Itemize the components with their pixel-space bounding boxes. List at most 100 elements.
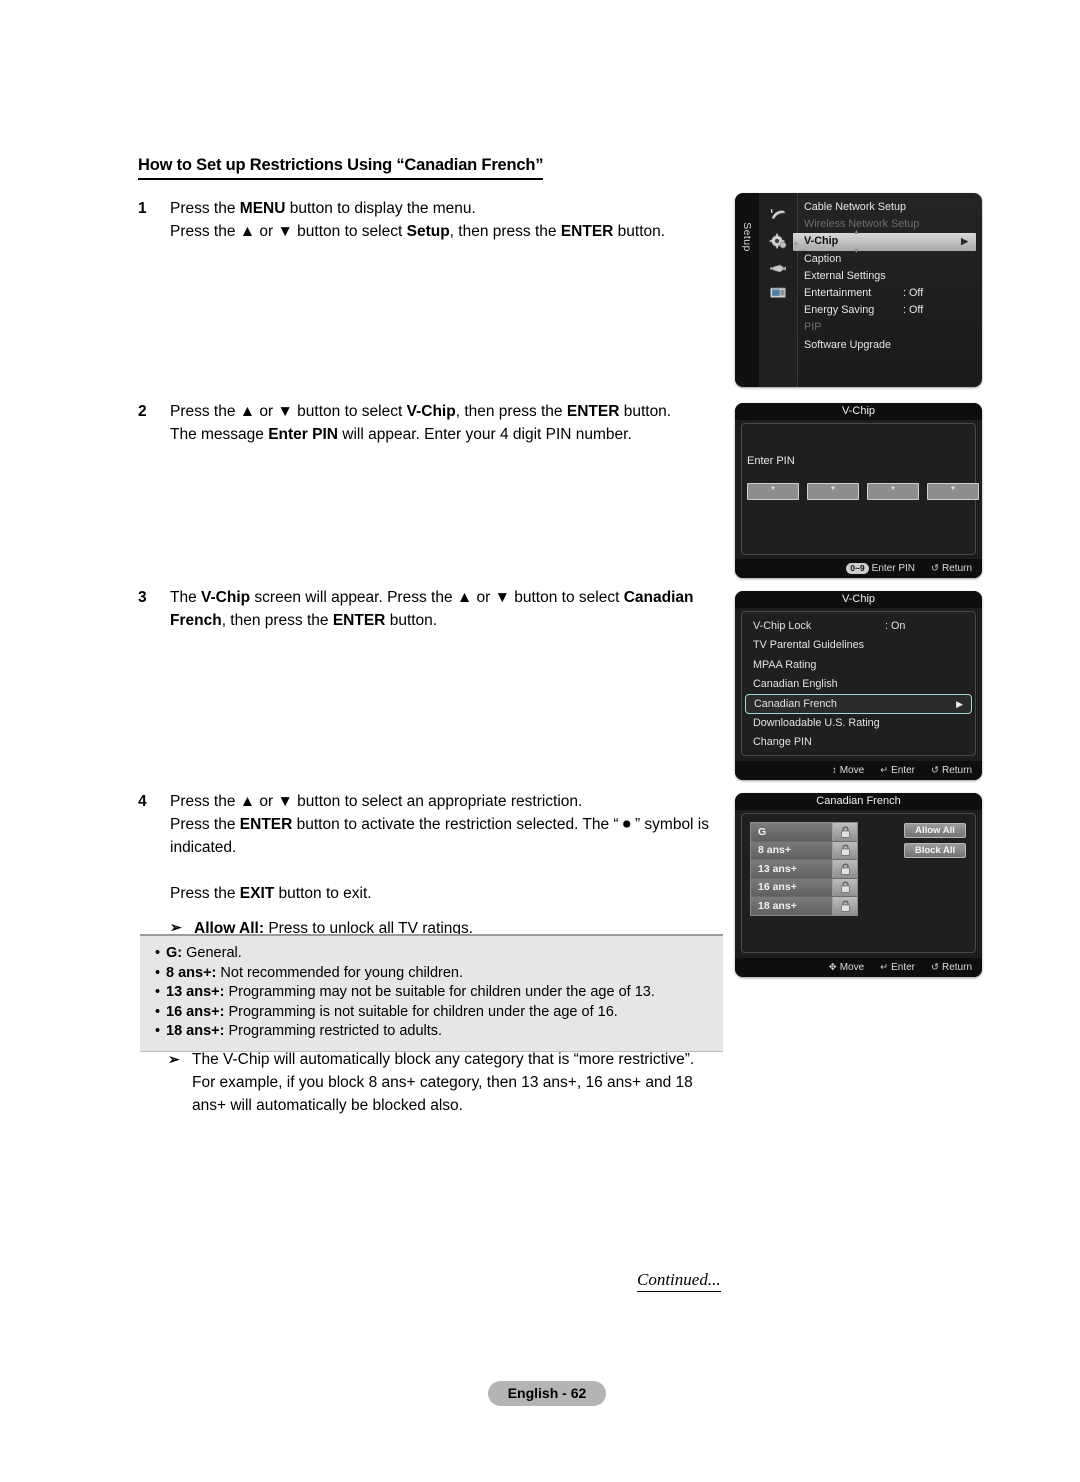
canadian-french-title: Canadian French: [735, 793, 982, 810]
note-item-text: Programming is not suitable for children…: [224, 1003, 618, 1020]
lock-icon[interactable]: [832, 823, 857, 841]
lock-icon[interactable]: [832, 860, 857, 878]
navbar-key-label: Move: [839, 962, 865, 973]
vchip-panel-title: V-Chip: [735, 591, 982, 608]
canadian-french-frame: G 8 ans+ 13 ans+ 16 ans+ 18 ans+ Allow All Bl…: [741, 813, 976, 953]
setup-menu-item-label: Energy Saving: [804, 304, 875, 317]
canadian-french-navbar: ✥ Move ↵ Enter ↺ Return: [735, 958, 982, 977]
vchip-menu-item[interactable]: Downloadable U.S. Rating: [745, 714, 972, 733]
vchip-menu-item-label: TV Parental Guidelines: [753, 639, 865, 652]
vchip-menu-item[interactable]: V-Chip Lock: On: [745, 617, 972, 636]
setup-menu-item[interactable]: Energy Saving: Off: [798, 302, 976, 319]
rating-label: 16 ans+: [758, 881, 797, 894]
step-number: 1: [138, 200, 147, 217]
rating-list[interactable]: G 8 ans+ 13 ans+ 16 ans+ 18 ans+: [750, 822, 858, 916]
note-item-label: 18 ans+:: [166, 1023, 225, 1039]
rating-label: 8 ans+: [758, 844, 791, 857]
navbar-key-icon: ↺: [931, 765, 939, 776]
step-text-line: The V-Chip screen will appear. Press the…: [170, 589, 694, 606]
step-text-line: Press the ▲ or ▼ button to select V-Chip…: [170, 403, 672, 420]
note-item: 16 ans+: Programming is not suitable for…: [155, 1003, 713, 1023]
block-all-button[interactable]: Block All: [904, 843, 966, 858]
step-text-line: French, then press the ENTER button.: [170, 612, 438, 629]
setup-menu-item[interactable]: Cable Network Setup: [798, 199, 976, 216]
setup-menu-item-label: Entertainment: [804, 286, 872, 299]
pin-digit-row[interactable]: * * * *: [747, 483, 979, 500]
page-number-badge: English - 62: [488, 1381, 606, 1406]
vchip-menu-item[interactable]: Change PIN: [745, 733, 972, 752]
navbar-key-icon: ↵: [880, 962, 889, 973]
vchip-menu-item-label: V-Chip Lock: [753, 620, 812, 632]
bullet-arrow-icon: ➢: [168, 1051, 180, 1067]
navbar-key-icon: ↕: [831, 765, 837, 776]
pin-digit-box[interactable]: *: [807, 483, 859, 500]
note-item-label: 13 ans+:: [166, 984, 225, 1000]
setup-menu-item[interactable]: Entertainment: Off: [798, 285, 976, 302]
navbar-key-label: Return: [941, 962, 972, 973]
vchip-menu-item-label: Canadian English: [753, 677, 838, 690]
osd-vchip-menu: V-Chip V-Chip Lock: On TV Parental Guidel…: [735, 591, 982, 780]
rating-action-buttons[interactable]: Allow All Block All: [904, 823, 966, 863]
osd-setup-menu: Setup Cable Network Setup Wireless Networ…: [735, 193, 982, 387]
rating-row[interactable]: 8 ans+: [751, 841, 857, 860]
step-text-line: Press the ▲ or ▼ button to select an app…: [170, 793, 583, 810]
rating-label: 18 ans+: [758, 899, 797, 912]
note-item: 13 ans+: Programming may not be suitable…: [155, 983, 713, 1003]
chevron-right-icon: ▶: [956, 699, 963, 710]
manual-page: How to Set up Restrictions Using “Canadi…: [0, 0, 1080, 1482]
plug-icon: [766, 259, 790, 277]
navbar-key-label: Return: [941, 563, 972, 574]
step-text-line: The message Enter PIN will appear. Enter…: [170, 426, 632, 443]
vchip-menu-item[interactable]: Canadian English: [745, 675, 972, 694]
vchip-menu-item[interactable]: Canadian French ▶: [745, 694, 972, 715]
step-number: 4: [138, 793, 147, 810]
note-item-label: 8 ans+:: [166, 964, 217, 981]
scroll-up-indicator-icon: ▲: [853, 229, 860, 236]
restrictive-note: ➢ The V-Chip will automatically block an…: [168, 1048, 752, 1117]
vchip-menu-list[interactable]: V-Chip Lock: On TV Parental Guidelines MPA…: [741, 611, 976, 756]
navbar-hint: ↵ Enter: [880, 761, 915, 780]
lock-icon[interactable]: [832, 897, 857, 915]
navbar-hint: ✥ Move: [829, 958, 864, 977]
setup-menu-item[interactable]: Software Upgrade: [798, 337, 976, 354]
setup-tab-strip: Setup: [735, 193, 759, 387]
vchip-menu-item[interactable]: TV Parental Guidelines: [745, 636, 972, 655]
setup-icon-column: [759, 193, 798, 387]
navbar-key-icon: ✥: [828, 962, 837, 973]
rating-row[interactable]: 16 ans+: [751, 878, 857, 897]
setup-menu-item[interactable]: Caption: [798, 251, 976, 268]
step-text-line: Press the EXIT button to exit.: [170, 885, 372, 902]
rating-row[interactable]: 18 ans+: [751, 897, 857, 915]
pin-panel-title: V-Chip: [735, 403, 982, 420]
vchip-menu-item-label: MPAA Rating: [753, 658, 817, 671]
allow-all-button[interactable]: Allow All: [904, 823, 966, 838]
vchip-menu-item-label: Change PIN: [753, 736, 812, 749]
setup-menu-item[interactable]: PIP: [798, 319, 976, 336]
note-item-text: Programming restricted to adults.: [224, 1023, 443, 1039]
setup-menu-item-label: PIP: [804, 321, 822, 334]
setup-menu-item[interactable]: V-Chip ▶: [793, 233, 976, 251]
note-item: 18 ans+: Programming restricted to adult…: [155, 1022, 713, 1042]
navbar-key-icon: 0~9: [846, 562, 869, 574]
setup-menu-list[interactable]: Cable Network Setup Wireless Network Setu…: [793, 199, 976, 354]
lock-icon[interactable]: [832, 878, 857, 896]
pin-digit-box[interactable]: *: [867, 483, 919, 500]
navbar-key-icon: ↺: [931, 962, 939, 973]
step-1: 1 Press the MENU button to display the m…: [138, 197, 713, 243]
note-item: G: General.: [155, 944, 713, 964]
setup-menu-item[interactable]: External Settings: [798, 268, 976, 285]
step-text-line: indicated.: [170, 839, 237, 856]
pin-digit-box[interactable]: *: [927, 483, 979, 500]
lock-icon[interactable]: [832, 841, 857, 859]
vchip-menu-item-label: Canadian French: [754, 698, 837, 711]
note-item: 8 ans+: Not recommended for young childr…: [155, 964, 713, 984]
rating-row[interactable]: 13 ans+: [751, 860, 857, 879]
navbar-hint: ↺ Return: [931, 559, 972, 578]
step-2: 2 Press the ▲ or ▼ button to select V-Ch…: [138, 400, 713, 446]
rating-row[interactable]: G: [751, 823, 857, 842]
setup-menu-item-label: Caption: [804, 252, 842, 265]
pin-digit-box[interactable]: *: [747, 483, 799, 500]
setup-menu-item[interactable]: Wireless Network Setup: [798, 216, 976, 233]
vchip-menu-item[interactable]: MPAA Rating: [745, 656, 972, 675]
